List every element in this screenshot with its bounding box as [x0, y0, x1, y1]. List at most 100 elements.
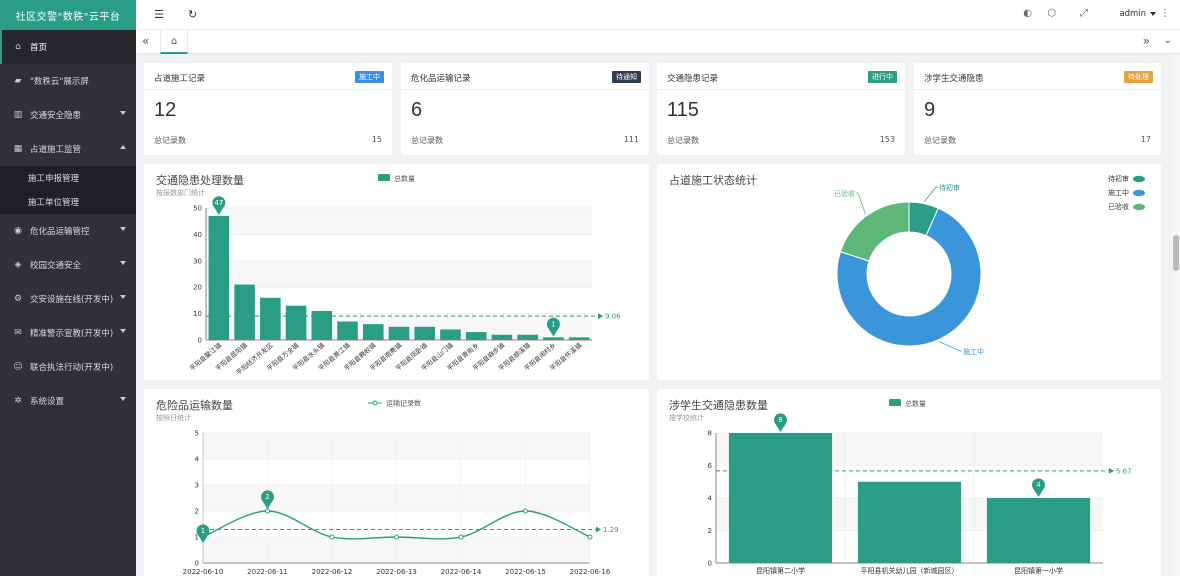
chevron-down-icon: [120, 295, 126, 299]
app-root: 社区交警"数秩"云平台 ⌂ 首页 ▰ "数秩云"展示屏 ▥ 交通安全隐患 ▦ 占…: [0, 0, 1180, 576]
stat-sub-value: 15: [371, 135, 382, 144]
more-icon[interactable]: ⋮: [1160, 8, 1170, 19]
stat-card-traffic-hazard: 交通隐患记录 进行中 115 总记录数 153: [657, 63, 905, 155]
fullscreen-icon[interactable]: ⤢: [1080, 8, 1088, 19]
sidebar-item-enforcement[interactable]: ☺ 联合执法行动(开发中): [0, 350, 136, 384]
y-tick-label: 20: [193, 284, 202, 292]
sidebar-item-label: 精准警示宣教(开发中): [30, 329, 114, 339]
y-tick-label: 0: [198, 337, 202, 345]
sidebar-item-traffic-hazard[interactable]: ▥ 交通安全隐患: [0, 98, 136, 132]
grid-band: [206, 208, 592, 235]
legend-swatch: [1133, 175, 1145, 183]
y-tick-label: 5: [195, 430, 199, 438]
pie-slice: [839, 201, 910, 262]
pie-leader-line: [938, 341, 962, 352]
submenu-item-declaration[interactable]: 施工申报管理: [0, 166, 136, 190]
legend-label: 待初审: [1108, 174, 1129, 183]
page-scrollbar[interactable]: [1172, 55, 1180, 576]
data-point: [394, 534, 399, 540]
stat-sub-label: 总记录数: [411, 136, 443, 145]
chevron-down-icon: [120, 261, 126, 265]
y-tick-label: 50: [193, 205, 202, 213]
x-tick-label: 2022-06-12: [312, 568, 353, 576]
construction-pie-chart: 待初审施工中已验收待初审施工中已验收: [834, 174, 1145, 356]
bar: [388, 326, 410, 340]
pie-label: 待初审: [939, 183, 960, 192]
bar: [857, 481, 962, 563]
sidebar-item-label: 交通安全隐患: [30, 111, 82, 121]
panel-hazmat-line: 危险品运输数量 按照日统计 运输记录数 0 1 2 3 4 5 2022-06-10 2022-…: [144, 389, 649, 576]
average-arrow: [598, 313, 603, 320]
tag-icon[interactable]: ⬡: [1047, 8, 1056, 19]
sidebar: 社区交警"数秩"云平台 ⌂ 首页 ▰ "数秩云"展示屏 ▥ 交通安全隐患 ▦ 占…: [0, 0, 136, 576]
max-pin-label: 8: [778, 416, 782, 424]
legend-label: 运输记录数: [386, 399, 421, 408]
min-pin-label: 1: [551, 320, 555, 328]
tab-bar: « ⌂ » ⌄: [136, 30, 1180, 54]
sidebar-item-construction[interactable]: ▦ 占道施工监管: [0, 132, 136, 166]
sidebar-item-screen[interactable]: ▰ "数秩云"展示屏: [0, 64, 136, 98]
legend-label: 总数量: [394, 174, 415, 183]
hazmat-line-chart: 运输记录数 0 1 2 3 4 5 2022-06-10 2022-06-11 2022-06-1…: [183, 399, 619, 576]
chevron-down-icon: [1150, 12, 1156, 16]
sidebar-item-education[interactable]: ✉ 精准警示宣教(开发中): [0, 316, 136, 350]
stat-title: 交通隐患记录: [667, 74, 719, 84]
y-tick-label: 8: [708, 430, 712, 438]
stat-card-hazmat: 危化品运输记录 待通知 6 总记录数 111: [401, 63, 649, 155]
stat-value: 6: [411, 99, 423, 121]
scroll-left-icon[interactable]: «: [142, 34, 149, 48]
sidebar-item-hazmat[interactable]: ◉ 危化品运输管控: [0, 214, 136, 248]
x-tick-label: 2022-06-16: [570, 568, 611, 576]
screen-icon: ▰: [14, 76, 22, 86]
tab-home[interactable]: ⌂: [160, 30, 188, 54]
divider: [401, 89, 649, 90]
sidebar-item-campus[interactable]: ◈ 校园交通安全: [0, 248, 136, 282]
bar: [234, 284, 255, 340]
scrollbar-thumb[interactable]: [1173, 235, 1179, 271]
bar: [337, 321, 358, 340]
bar: [208, 215, 230, 340]
divider: [144, 89, 392, 90]
legend-swatch: [889, 399, 901, 406]
max-pin-label: 2: [265, 493, 269, 501]
sidebar-item-label: 危化品运输管控: [30, 227, 90, 237]
y-tick-label: 4: [195, 456, 200, 464]
y-tick-label: 2: [708, 527, 712, 535]
x-tick-label: 2022-06-11: [247, 568, 288, 576]
theme-icon[interactable]: ◐: [1023, 8, 1032, 19]
y-tick-label: 0: [708, 560, 712, 568]
sidebar-item-label: 联合执法行动(开发中): [30, 363, 114, 373]
bar: [414, 326, 436, 340]
sidebar-item-label: 占道施工监管: [30, 145, 82, 155]
sidebar-item-facilities[interactable]: ⚙ 交安设施在线(开发中): [0, 282, 136, 316]
x-tick-label: 平阳县机关幼儿园（新城园区）: [861, 566, 959, 575]
submenu-item-company[interactable]: 施工单位管理: [0, 190, 136, 214]
x-tick-label: 昆阳镇第一小学: [1014, 566, 1063, 575]
sidebar-item-label: 交安设施在线(开发中): [30, 295, 114, 305]
stat-title: 涉学生交通隐患: [924, 74, 984, 84]
pie-leader-line: [924, 186, 938, 202]
chevron-down-icon[interactable]: ⌄: [1164, 35, 1172, 46]
scroll-right-icon[interactable]: »: [1143, 34, 1150, 48]
x-tick-label: 2022-06-13: [376, 568, 417, 576]
menu-toggle-icon[interactable]: ☰: [154, 8, 164, 21]
refresh-icon[interactable]: ↻: [188, 8, 197, 21]
min-pin-label: 1: [201, 527, 205, 535]
user-menu[interactable]: admin: [1119, 9, 1156, 19]
panel-hazard-bar: 交通隐患处理数量 按报数部门统计 总数量 0 10 20 30 40 50 平阳县鳌江镇 平阳县…: [144, 164, 649, 380]
chevron-down-icon: [120, 397, 126, 401]
max-pin-label: 47: [214, 199, 223, 207]
bar: [986, 498, 1091, 563]
sidebar-item-settings[interactable]: ✲ 系统设置: [0, 384, 136, 418]
shield-icon: ◈: [14, 260, 22, 270]
x-tick-label: 昆阳镇第二小学: [756, 566, 805, 575]
y-tick-label: 6: [708, 462, 713, 470]
student-bar-chart: 总数量 0 2 4 6 8 昆阳镇第二小学 平阳县机关幼儿园（新城园区） 昆阳镇第一小学 5.67…: [708, 399, 1132, 575]
data-point: [587, 534, 593, 540]
settings-icon: ⚙: [13, 294, 23, 304]
status-badge: 施工中: [355, 71, 384, 83]
chat-icon: ✉: [14, 328, 22, 338]
sidebar-item-home[interactable]: ⌂ 首页: [0, 30, 136, 64]
y-tick-label: 2: [195, 508, 199, 516]
grid-icon: ▥: [13, 110, 23, 120]
